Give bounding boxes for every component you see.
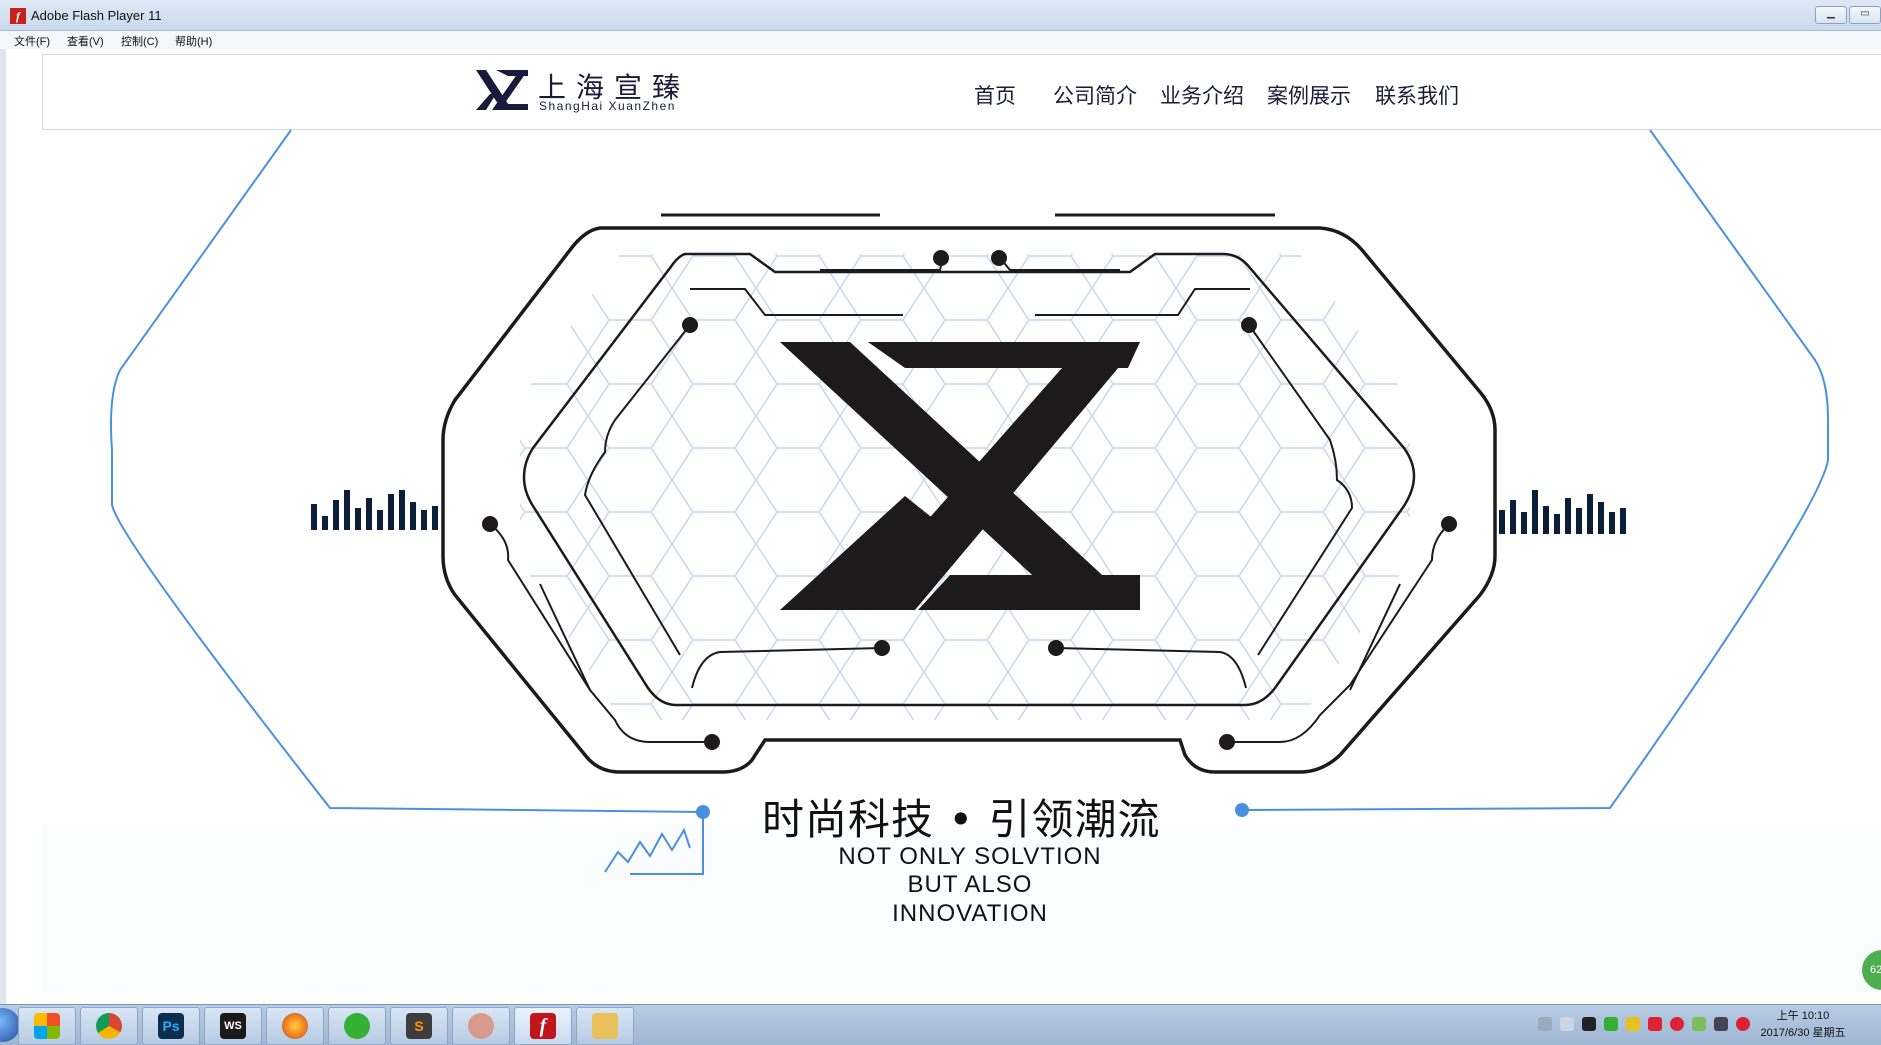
nav-business[interactable]: 业务介绍 [1160, 80, 1244, 110]
logo-english-name[interactable]: ShangHai XuanZhen [539, 99, 676, 113]
site-header [42, 54, 1881, 130]
menu-control[interactable]: 控制(C) [121, 33, 158, 49]
window-titlebar: f Adobe Flash Player 11 ▁ ▭ [0, 0, 1881, 31]
menu-help[interactable]: 帮助(H) [175, 33, 212, 49]
windows-taskbar: Ps WS S f 上午 10:10 2017/6/30 星期五 [0, 1004, 1881, 1045]
taskbar-app-sublime[interactable]: S [390, 1007, 448, 1045]
slogan-english-line-2: BUT ALSO [907, 871, 1033, 898]
firefox-icon [282, 1013, 308, 1039]
wechat-tray-icon[interactable] [1604, 1017, 1618, 1031]
slogan-chinese: 时尚科技 • 引领潮流 [762, 795, 1161, 844]
nav-cases[interactable]: 案例展示 [1267, 80, 1351, 110]
nav-about[interactable]: 公司简介 [1053, 80, 1137, 110]
taskbar-clock[interactable]: 上午 10:10 2017/6/30 星期五 [1758, 1008, 1848, 1042]
colorful-app-icon [34, 1013, 60, 1039]
slogan-english-line-3: INNOVATION [892, 900, 1048, 927]
photoshop-icon: Ps [158, 1013, 184, 1039]
clock-date: 2017/6/30 星期五 [1760, 1027, 1846, 1039]
menu-view[interactable]: 查看(V) [67, 33, 104, 49]
system-tray [1538, 1017, 1750, 1031]
taskbar-app-system[interactable] [18, 1007, 76, 1045]
taskbar-app-file-explorer[interactable] [576, 1007, 634, 1045]
minimize-button[interactable]: ▁ [1815, 6, 1847, 24]
tray-expand-icon[interactable] [1560, 1017, 1574, 1031]
keyboard-icon[interactable] [1538, 1017, 1552, 1031]
flash-player-icon: f [530, 1013, 556, 1039]
sublime-icon: S [406, 1013, 432, 1039]
taskbar-app-photoshop[interactable]: Ps [142, 1007, 200, 1045]
file-explorer-icon [592, 1013, 618, 1039]
slogan-english-line-1: NOT ONLY SOLVTION [838, 843, 1102, 870]
clock-time: 上午 10:10 [1776, 1010, 1830, 1022]
nav-home[interactable]: 首页 [974, 80, 1016, 110]
display-icon[interactable] [1714, 1017, 1728, 1031]
taskbar-app-chrome[interactable] [80, 1007, 138, 1045]
taskbar-app-image-viewer[interactable] [452, 1007, 510, 1045]
flash-app-icon: f [10, 8, 26, 24]
chrome-icon [96, 1013, 122, 1039]
taskbar-app-firefox[interactable] [266, 1007, 324, 1045]
blocked-icon[interactable] [1670, 1017, 1684, 1031]
image-viewer-icon [468, 1013, 494, 1039]
logo-mark-icon[interactable] [474, 68, 530, 112]
webstorm-icon: WS [220, 1013, 246, 1039]
wechat-icon [344, 1013, 370, 1039]
qq-icon[interactable] [1582, 1017, 1596, 1031]
maximize-button[interactable]: ▭ [1849, 6, 1881, 24]
start-button[interactable] [0, 1008, 20, 1042]
menu-file[interactable]: 文件(F) [14, 33, 50, 49]
alert-icon[interactable] [1736, 1017, 1750, 1031]
network-icon[interactable] [1692, 1017, 1706, 1031]
menu-bar: 文件(F) 查看(V) 控制(C) 帮助(H) [0, 31, 1881, 49]
nav-contact[interactable]: 联系我们 [1375, 80, 1459, 110]
window-title: Adobe Flash Player 11 [31, 8, 162, 23]
taskbar-app-flash-player[interactable]: f [514, 1007, 572, 1045]
taskbar-app-wechat[interactable] [328, 1007, 386, 1045]
security-icon[interactable] [1626, 1017, 1640, 1031]
taskbar-app-webstorm[interactable]: WS [204, 1007, 262, 1045]
volume-muted-icon[interactable] [1648, 1017, 1662, 1031]
